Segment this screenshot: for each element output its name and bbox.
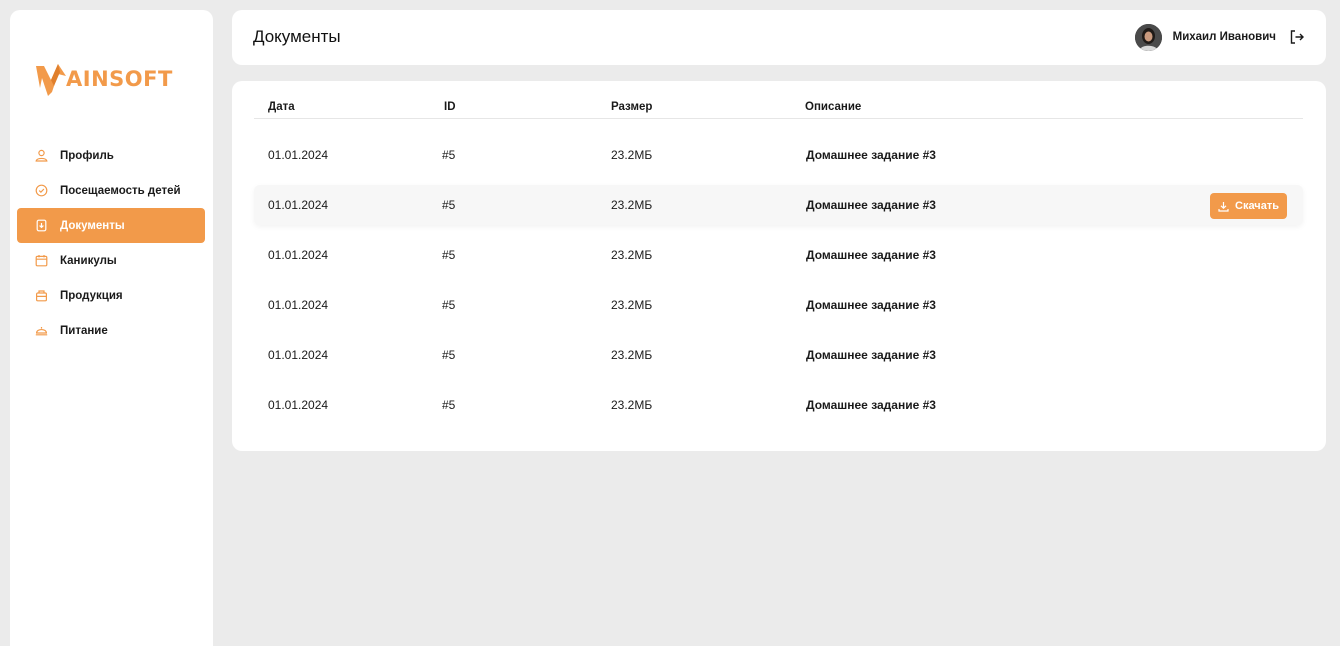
logo-text: AINSOFT <box>66 67 173 91</box>
cell-date: 01.01.2024 <box>268 298 329 312</box>
avatar[interactable] <box>1134 23 1162 51</box>
cell-size: 23.2МБ <box>611 298 653 312</box>
cell-id: #5 <box>442 198 456 212</box>
download-icon <box>1218 201 1229 212</box>
download-label: Скачать <box>1235 200 1279 212</box>
cell-id: #5 <box>442 348 456 362</box>
logout-icon[interactable] <box>1289 29 1305 45</box>
column-size: Размер <box>611 101 653 113</box>
check-circle-icon <box>34 184 48 198</box>
table-row[interactable]: 01.01.2024 #5 23.2МБ Домашнее задание #3 <box>254 235 1303 275</box>
sidebar-item-food[interactable]: Питание <box>17 313 205 348</box>
column-date: Дата <box>268 101 295 113</box>
table-row[interactable]: 01.01.2024 #5 23.2МБ Домашнее задание #3 <box>254 285 1303 325</box>
column-description: Описание <box>805 101 862 113</box>
cell-description: Домашнее задание #3 <box>806 348 936 362</box>
cell-size: 23.2МБ <box>611 248 653 262</box>
sidebar: AINSOFT Профиль Посещаемость детей Докум… <box>10 10 213 646</box>
sidebar-nav: Профиль Посещаемость детей Документы Кан… <box>17 138 205 348</box>
table-row[interactable]: 01.01.2024 #5 23.2МБ Домашнее задание #3… <box>254 185 1303 225</box>
cell-id: #5 <box>442 148 456 162</box>
document-icon <box>34 219 48 233</box>
sidebar-item-holidays[interactable]: Каникулы <box>17 243 205 278</box>
sidebar-item-attendance[interactable]: Посещаемость детей <box>17 173 205 208</box>
cell-description: Домашнее задание #3 <box>806 298 936 312</box>
cell-date: 01.01.2024 <box>268 198 329 212</box>
food-dish-icon <box>34 324 48 338</box>
column-id: ID <box>444 101 456 113</box>
cell-id: #5 <box>442 398 456 412</box>
cell-date: 01.01.2024 <box>268 398 329 412</box>
sidebar-item-documents[interactable]: Документы <box>17 208 205 243</box>
cell-size: 23.2МБ <box>611 198 653 212</box>
cell-date: 01.01.2024 <box>268 348 329 362</box>
top-header: Документы Михаил Иванович <box>232 10 1326 65</box>
cell-size: 23.2МБ <box>611 348 653 362</box>
user-name: Михаил Иванович <box>1172 31 1276 43</box>
cell-id: #5 <box>442 248 456 262</box>
cell-date: 01.01.2024 <box>268 248 329 262</box>
cell-size: 23.2МБ <box>611 148 653 162</box>
calendar-icon <box>34 254 48 268</box>
sidebar-item-profile[interactable]: Профиль <box>17 138 205 173</box>
sidebar-item-label: Профиль <box>60 149 114 162</box>
table-row[interactable]: 01.01.2024 #5 23.2МБ Домашнее задание #3 <box>254 135 1303 175</box>
sidebar-item-label: Каникулы <box>60 254 117 267</box>
sidebar-item-products[interactable]: Продукция <box>17 278 205 313</box>
user-icon <box>34 149 48 163</box>
sidebar-item-label: Документы <box>60 219 125 232</box>
sidebar-item-label: Продукция <box>60 289 123 302</box>
page-title: Документы <box>253 27 341 46</box>
table-row[interactable]: 01.01.2024 #5 23.2МБ Домашнее задание #3 <box>254 335 1303 375</box>
cell-description: Домашнее задание #3 <box>806 198 936 212</box>
user-menu[interactable]: Михаил Иванович <box>1134 23 1305 51</box>
cell-description: Домашнее задание #3 <box>806 148 936 162</box>
download-button[interactable]: Скачать <box>1210 193 1287 219</box>
cell-description: Домашнее задание #3 <box>806 248 936 262</box>
box-icon <box>34 289 48 303</box>
sidebar-item-label: Питание <box>60 324 108 337</box>
logo[interactable]: AINSOFT <box>34 58 173 100</box>
table-row[interactable]: 01.01.2024 #5 23.2МБ Домашнее задание #3 <box>254 385 1303 425</box>
cell-id: #5 <box>442 298 456 312</box>
cell-description: Домашнее задание #3 <box>806 398 936 412</box>
cell-size: 23.2МБ <box>611 398 653 412</box>
logo-m-icon <box>36 64 66 96</box>
cell-date: 01.01.2024 <box>268 148 329 162</box>
documents-card: Дата ID Размер Описание 01.01.2024 #5 23… <box>232 81 1326 451</box>
table-header: Дата ID Размер Описание <box>254 95 1303 119</box>
sidebar-item-label: Посещаемость детей <box>60 184 181 197</box>
